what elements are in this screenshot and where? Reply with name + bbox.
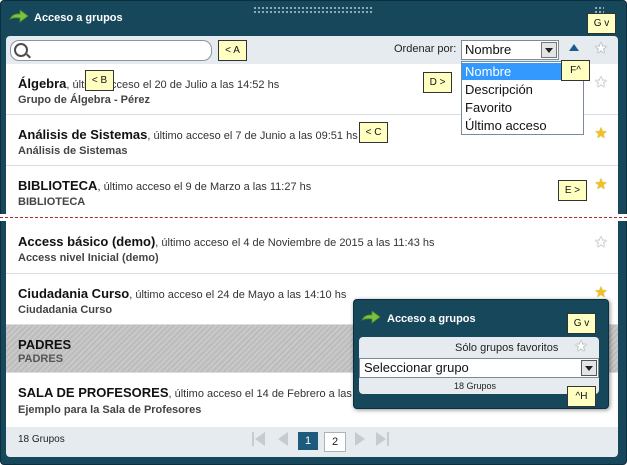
favorite-star-icon[interactable]: ★ [594,235,608,250]
group-name: PADRES [18,337,72,352]
callout-d: D > [423,72,452,93]
sort-option-ultimo-acceso[interactable]: Último acceso [462,117,583,134]
chevron-down-icon[interactable] [541,42,557,58]
search-icon [14,43,28,57]
group-name-line: Álgebra, último acceso el 20 de Julio a … [18,76,279,91]
enter-arrow-icon [9,10,29,23]
widget-group-count: 18 Grupos [454,381,497,391]
list-item[interactable]: Access básico (demo), último acceso el 4… [6,222,618,274]
group-name-line: Ciudadania Curso, último acceso el 24 de… [18,286,346,301]
drag-handle[interactable] [253,6,373,14]
group-description: Access nivel Inicial (demo) [18,252,159,264]
group-description: BIBLIOTECA [18,196,86,208]
group-name: Ciudadania Curso [18,286,130,301]
callout-f: F^ [561,60,590,81]
search-input[interactable] [10,40,212,61]
favorite-star-icon[interactable]: ★ [594,177,608,192]
chevron-down-icon[interactable] [581,360,597,376]
previous-page-icon[interactable] [276,432,290,446]
widget-title: Acceso a grupos [387,313,476,325]
callout-b: < B [85,70,114,91]
list-item[interactable]: BIBLIOTECA, último acceso el 9 de Marzo … [6,166,618,217]
window-header: Acceso a grupos [0,0,627,34]
group-name: Access básico (demo) [18,234,156,249]
callout-g: G v [587,13,616,34]
group-name-line: Análisis de Sistemas, último acceso el 7… [18,127,358,142]
group-name: Análisis de Sistemas [18,127,148,142]
callout-e: E > [558,180,587,201]
group-select-value: Seleccionar grupo [364,360,469,375]
sort-option-favorito[interactable]: Favorito [462,99,583,116]
group-name: SALA DE PROFESORES [18,385,169,400]
group-description: Análisis de Sistemas [18,145,128,157]
group-description: PADRES [18,353,64,365]
favorite-star-icon[interactable]: ★ [594,285,608,300]
group-last-access: , último acceso el 14 de Febrero a las 1 [168,388,362,400]
group-last-access: , último acceso el 24 de Mayo a las 14:1… [129,289,347,301]
favorites-filter-star-icon[interactable]: ★ [594,41,608,56]
favorite-star-icon[interactable]: ★ [594,75,608,90]
sort-select[interactable]: Nombre [461,40,559,60]
group-description: Grupo de Álgebra - Pérez [18,94,151,106]
group-count: 18 Grupos [18,434,65,445]
window-title: Acceso a grupos [34,12,123,24]
group-last-access: , último acceso el 7 de Junio a las 09:5… [147,130,358,142]
sort-ascending-icon[interactable] [569,44,579,51]
favorite-star-icon[interactable]: ★ [594,126,608,141]
sort-option-descripcion[interactable]: Descripción [462,81,583,98]
group-name-line: BIBLIOTECA, último acceso el 9 de Marzo … [18,178,311,193]
next-page-icon[interactable] [353,432,367,446]
enter-arrow-icon [361,311,381,324]
callout-h: ^H [567,386,596,407]
callout-a: < A [218,40,247,61]
group-description: Ciudadania Curso [18,304,113,316]
group-description: Ejemplo para la Sala de Profesores [18,404,202,416]
group-name: BIBLIOTECA [18,178,98,193]
group-last-access: , último acceso el 9 de Marzo a las 11:2… [97,181,312,193]
callout-g-widget: G v [567,313,596,334]
omitted-section-divider [0,214,627,221]
callout-c: < C [359,122,388,143]
sort-select-value: Nombre [465,42,512,57]
favorites-only-star-icon[interactable]: ★ [574,339,588,354]
sort-label: Ordenar por: [394,43,457,55]
group-name-line: PADRES [18,337,71,352]
group-last-access: , último acceso el 4 de Noviembre de 201… [155,237,435,249]
favorites-only-label: Sólo grupos favoritos [455,342,559,354]
group-select[interactable]: Seleccionar grupo [359,358,599,378]
group-name-line: Access básico (demo), último acceso el 4… [18,234,435,249]
first-page-icon[interactable] [252,432,266,446]
page-button[interactable]: 2 [324,432,346,452]
page-button-current[interactable]: 1 [298,432,318,450]
group-name: Álgebra [18,76,67,91]
last-page-icon[interactable] [376,432,390,446]
group-name-line: SALA DE PROFESORES, último acceso el 14 … [18,385,361,400]
